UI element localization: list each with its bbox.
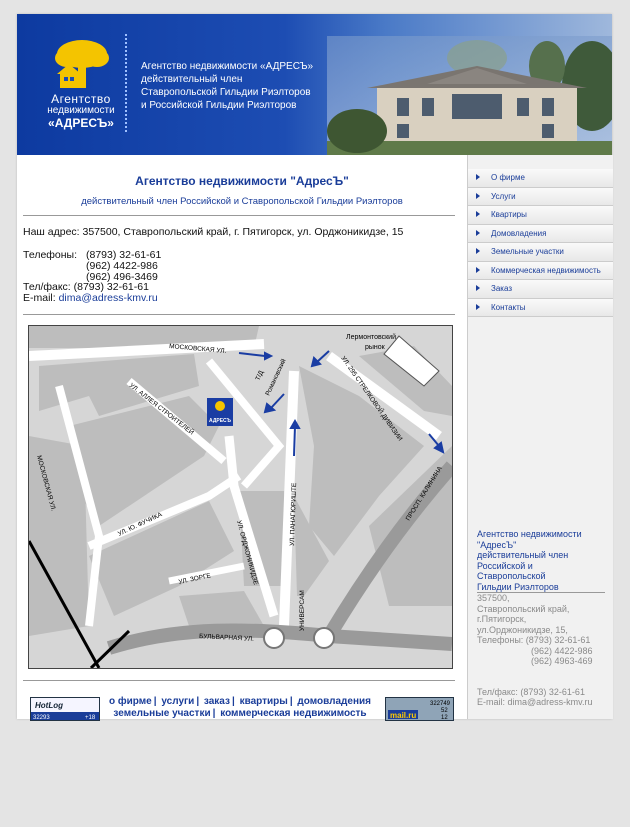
footer-link-services[interactable]: услуги bbox=[161, 696, 194, 707]
footer-nav: о фирме | услуги | заказ | квартиры | домовл… bbox=[105, 696, 375, 720]
header-house-photo bbox=[327, 36, 612, 155]
hotlog-delta: +18 bbox=[85, 715, 96, 721]
sidebar-item-label: Заказ bbox=[491, 284, 512, 293]
sidebar-agency-line: действительный член bbox=[477, 550, 569, 560]
page-subtitle: действительный член Российской и Ставроп… bbox=[81, 196, 403, 207]
sidebar-contact-info: Агентство недвижимости "АдресЪ" действит… bbox=[477, 529, 617, 708]
sidebar-item-label: Услуги bbox=[491, 191, 516, 201]
sidebar-item-label: Коммерческая недвижимость bbox=[491, 265, 601, 275]
divider-bottom bbox=[23, 680, 455, 681]
arrow-right-icon bbox=[476, 229, 480, 236]
sidebar-item-label: О фирме bbox=[491, 173, 525, 182]
logo-tree-house-icon bbox=[55, 40, 109, 88]
sidebar-item-label: Контакты bbox=[491, 302, 526, 312]
sidebar-agency-line: Агентство недвижимости bbox=[477, 529, 582, 539]
footer-link-about[interactable]: о фирме bbox=[109, 696, 152, 707]
sidebar-address-line: ул.Орджоникидзе, 15, bbox=[477, 624, 568, 635]
page: Агентство недвижимости «АДРЕСЪ» Агентств… bbox=[17, 14, 613, 721]
sidebar-phone-line: Телефоны: (8793) 32-61-61 bbox=[477, 635, 591, 645]
header-tagline: Агентство недвижимости «АДРЕСЪ» действит… bbox=[141, 60, 313, 112]
sidebar-fax: Тел/факс: (8793) 32-61-61 bbox=[477, 686, 585, 697]
sidebar-item-apartments[interactable]: Квартиры bbox=[468, 206, 613, 225]
phones-label: Телефоны: bbox=[23, 249, 78, 261]
arrow-right-icon bbox=[476, 174, 480, 180]
map-label-rynok: рынок bbox=[365, 344, 386, 351]
hotlog-count: 32293 bbox=[33, 715, 50, 721]
sidebar-item-commercial[interactable]: Коммерческая недвижимость bbox=[468, 261, 613, 280]
arrow-right-icon bbox=[476, 192, 480, 199]
sidebar-item-contacts[interactable]: Контакты bbox=[468, 298, 613, 317]
footer-link-land[interactable]: земельные участки bbox=[113, 708, 210, 719]
location-map: АДРЕСЪ МОСКОВСКАЯ УЛ. Лермонтовский рыно… bbox=[28, 325, 453, 669]
mailru-total: 322749 bbox=[430, 701, 451, 707]
sidebar-agency-line: Ставропольской bbox=[477, 571, 546, 581]
sidebar-item-label: Земельные участки bbox=[491, 247, 564, 256]
mailru-rating-counter[interactable]: mail.ru 322749 52 12 bbox=[385, 697, 454, 721]
hotlog-counter[interactable]: HotLog 32293 +18 bbox=[30, 697, 100, 721]
header-banner: Агентство недвижимости «АДРЕСЪ» Агентств… bbox=[17, 14, 612, 155]
sidebar: О фирме Услуги Квартиры Домовладения Зем… bbox=[467, 155, 613, 719]
sidebar-phone-line: (962) 4422-986 bbox=[531, 645, 593, 656]
footer-link-commercial[interactable]: коммерческая недвижимость bbox=[220, 708, 366, 719]
phones-block: Телефоны: bbox=[23, 250, 77, 261]
map-label-lermontovsky: Лермонтовский bbox=[346, 333, 396, 341]
mailru-today: 52 bbox=[441, 708, 448, 714]
sidebar-item-services[interactable]: Услуги bbox=[468, 187, 613, 206]
header-tagline-line: действительный член bbox=[141, 74, 243, 85]
email-row: E-mail: dima@adress-kmv.ru bbox=[23, 293, 158, 304]
sidebar-agency-line: Гильдии Риэлторов bbox=[477, 582, 605, 593]
sidebar-address-line: 357500, bbox=[477, 593, 510, 603]
page-title: Агентство недвижимости "АдресЪ" bbox=[135, 174, 349, 188]
header-tagline-line: и Российской Гильдии Риэлторов bbox=[141, 100, 297, 111]
footer-row-2: земельные участки | коммерческая недвижим… bbox=[113, 708, 367, 719]
header-tagline-line: Ставропольской Гильдии Риэлторов bbox=[141, 87, 311, 98]
footer-link-order[interactable]: заказ bbox=[204, 696, 230, 707]
email-label: E-mail: bbox=[23, 292, 56, 304]
footer-link-houses[interactable]: домовладения bbox=[297, 696, 371, 707]
sidebar-item-land[interactable]: Земельные участки bbox=[468, 243, 613, 262]
header-tagline-line: Агентство недвижимости «АДРЕСЪ» bbox=[141, 61, 314, 72]
hotlog-logo: HotLog bbox=[35, 701, 63, 710]
sidebar-phone-line: (962) 4963-469 bbox=[531, 656, 593, 666]
sidebar-item-about[interactable]: О фирме bbox=[468, 169, 613, 188]
map-label-universam: УНИВЕРСАМ bbox=[299, 590, 306, 631]
arrow-right-icon bbox=[476, 266, 480, 273]
header-divider bbox=[125, 34, 127, 132]
arrow-right-icon bbox=[476, 303, 480, 310]
footer-row-1: о фирме | услуги | заказ | квартиры | домовл… bbox=[109, 696, 371, 707]
sidebar-address-line: Ставропольский край, bbox=[477, 603, 570, 614]
sidebar-item-label: Домовладения bbox=[491, 228, 547, 238]
sidebar-agency-line: Российской и bbox=[477, 560, 533, 571]
logo-text-line3: «АДРЕСЪ» bbox=[48, 116, 114, 130]
arrow-right-icon bbox=[476, 211, 480, 217]
footer-link-apartments[interactable]: квартиры bbox=[240, 696, 288, 707]
divider-mid bbox=[23, 314, 455, 315]
arrow-right-icon bbox=[476, 248, 480, 254]
address-text: Наш адрес: 357500, Ставропольский край, … bbox=[23, 226, 404, 238]
mailru-online: 12 bbox=[441, 715, 448, 721]
mailru-logo: mail.ru bbox=[390, 711, 416, 720]
sidebar-agency-line: "АдресЪ" bbox=[477, 539, 517, 550]
sidebar-address-line: г.Пятигорск, bbox=[477, 614, 527, 624]
email-link[interactable]: dima@adress-kmv.ru bbox=[59, 292, 158, 304]
arrow-right-icon bbox=[476, 285, 480, 291]
logo-text-line1: Агентство bbox=[51, 92, 111, 106]
marker-label: АДРЕСЪ bbox=[209, 418, 232, 424]
sidebar-item-label: Квартиры bbox=[491, 210, 527, 219]
divider-top bbox=[23, 215, 455, 216]
sidebar-item-houses[interactable]: Домовладения bbox=[468, 224, 613, 243]
sidebar-email[interactable]: E-mail: dima@adress-kmv.ru bbox=[477, 697, 617, 708]
main-content: Агентство недвижимости "АдресЪ" действит… bbox=[17, 155, 467, 721]
logo-text-line2: недвижимости bbox=[47, 105, 115, 116]
sidebar-item-order[interactable]: Заказ bbox=[468, 280, 613, 299]
